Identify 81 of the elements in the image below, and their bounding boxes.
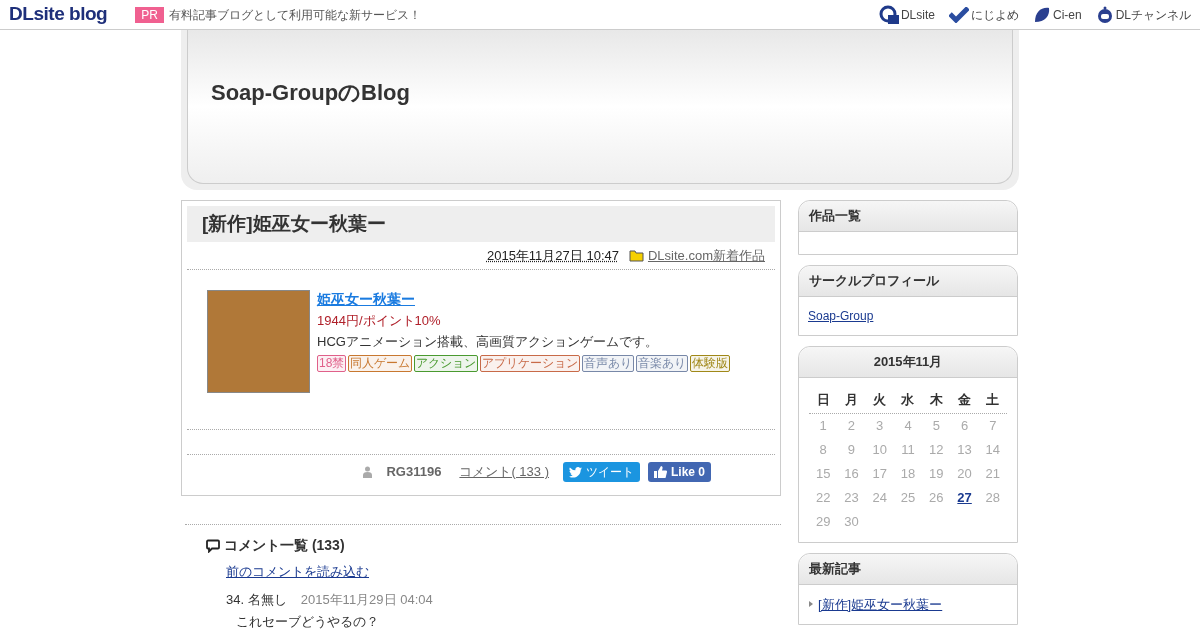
weekday-label: 水: [900, 391, 916, 409]
calendar-day: 13: [950, 439, 979, 460]
calendar-day: 8: [809, 439, 838, 460]
genre-tag[interactable]: 音楽あり: [636, 355, 689, 372]
service-link[interactable]: DLsite: [878, 4, 935, 25]
comments-link[interactable]: コメント( 133 ): [459, 462, 549, 482]
product-description: HCGアニメーション搭載、高画質アクションゲームです。: [317, 332, 659, 351]
calendar-day: 16: [837, 463, 866, 484]
calendar-day-link[interactable]: 27: [950, 487, 979, 508]
weekday-label: 火: [872, 391, 888, 409]
weekday-label: 日: [815, 391, 831, 409]
comment-date: 2015年11月29日 04:04: [300, 590, 433, 609]
robot-icon: [1095, 5, 1114, 24]
calendar-day: 6: [950, 415, 979, 436]
calendar-day: 3: [865, 415, 894, 436]
panel-title: 最新記事: [799, 553, 1017, 585]
calendar-day: 12: [922, 439, 951, 460]
calendar-day: 24: [865, 487, 894, 508]
panel-title: 作品一覧: [799, 201, 1017, 232]
panel-title: 2015年11月: [799, 347, 1017, 378]
genre-tag[interactable]: アプリケーション: [480, 355, 581, 372]
product-image-placeholder[interactable]: [207, 290, 310, 393]
product-link[interactable]: 姫巫女ー秋葉ー: [317, 290, 731, 308]
weekday-label: 金: [957, 391, 973, 409]
service-link[interactable]: にじよめ: [948, 5, 1019, 24]
weekday-label: 土: [985, 391, 1001, 409]
like-button[interactable]: Like 0: [647, 462, 711, 482]
calendar-day: 30: [837, 511, 866, 532]
calendar-day: 17: [865, 463, 894, 484]
calendar-day: 23: [837, 487, 866, 508]
site-logo[interactable]: DLsite blog: [9, 0, 108, 29]
product-price: 1944円/ポイント10%: [317, 312, 442, 330]
calendar-day: 4: [893, 415, 923, 436]
blog-title[interactable]: Soap-GroupのBlog: [211, 76, 410, 109]
calendar-day: 22: [809, 487, 838, 508]
calendar-day: 21: [978, 463, 1007, 484]
calendar-day: 10: [865, 439, 894, 460]
service-link[interactable]: DLチャンネル: [1095, 5, 1191, 24]
service-link[interactable]: Ci-en: [1032, 5, 1082, 24]
comment-body: これセーブどうやるの？: [235, 613, 380, 630]
calendar-day: 1: [809, 415, 838, 436]
recent-post-link[interactable]: [新作]姫巫女ー秋葉ー: [818, 594, 943, 614]
genre-tag[interactable]: 音声あり: [582, 355, 635, 372]
genre-tag[interactable]: アクション: [414, 355, 479, 372]
bullet-icon: [809, 601, 813, 608]
user-icon: [363, 466, 373, 478]
genre-tag[interactable]: 体験版: [690, 355, 731, 372]
tweet-button[interactable]: ツイート: [562, 462, 640, 482]
article-title: [新作]姫巫女ー秋葉ー: [187, 206, 775, 242]
calendar-day: 5: [922, 415, 951, 436]
calendar-day: 19: [922, 463, 951, 484]
speech-bubble-icon: [206, 538, 220, 553]
calendar-day: 2: [837, 415, 866, 436]
weekday-label: 木: [928, 391, 944, 409]
calendar-day: 7: [978, 415, 1007, 436]
calendar-day: 14: [978, 439, 1007, 460]
comments-heading: コメント一覧 (133): [224, 536, 345, 555]
calendar-day: 15: [809, 463, 838, 484]
author-name: RG31196: [386, 463, 442, 482]
pr-badge: PR: [135, 6, 164, 23]
calendar-day: 11: [893, 439, 923, 460]
folder-icon: [628, 249, 644, 262]
post-date: 2015年11月27日 10:47: [486, 246, 619, 265]
pr-link[interactable]: 有料記事ブログとして利用可能な新サービス！: [168, 5, 421, 24]
thumbs-up-icon: [653, 466, 667, 478]
calendar-day: 9: [837, 439, 866, 460]
calendar-day: 20: [950, 463, 979, 484]
calendar-day: 28: [978, 487, 1007, 508]
bird-icon: [568, 466, 582, 478]
category-link[interactable]: DLsite.com新着作品: [647, 245, 765, 266]
calendar-day: 29: [809, 511, 838, 532]
check-icon: [948, 6, 969, 23]
profile-link[interactable]: Soap-Group: [808, 309, 874, 323]
weekday-label: 月: [843, 391, 859, 409]
genre-tag[interactable]: 同人ゲーム: [348, 355, 413, 372]
panel-title: サークルプロフィール: [799, 266, 1017, 297]
calendar-day: 18: [893, 463, 923, 484]
load-previous-link[interactable]: 前のコメントを読み込む: [226, 562, 781, 582]
calendar-day: 26: [922, 487, 951, 508]
comment-author: 34. 名無し: [226, 590, 287, 609]
calendar-day: 25: [893, 487, 923, 508]
